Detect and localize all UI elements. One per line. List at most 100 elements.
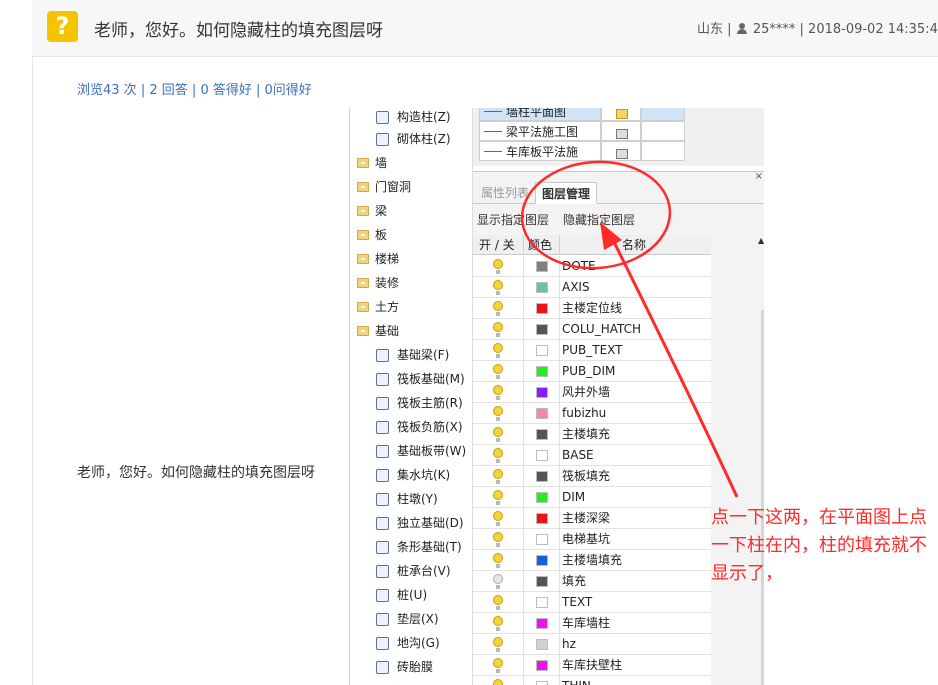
tree-item[interactable]: 墙 <box>350 152 472 174</box>
layer-row[interactable]: PUB_TEXT <box>473 340 711 361</box>
layer-toggle-cell[interactable] <box>473 403 524 424</box>
layer-row[interactable]: 车库墙柱 <box>473 613 711 634</box>
lightbulb-icon[interactable] <box>493 301 503 316</box>
tree-item[interactable]: 地沟(G) <box>350 632 472 654</box>
layer-toggle-cell[interactable] <box>473 424 524 445</box>
layer-row[interactable]: AXIS <box>473 277 711 298</box>
layer-color-cell[interactable] <box>524 508 560 529</box>
layer-toggle-cell[interactable] <box>473 256 524 277</box>
color-swatch[interactable] <box>536 345 548 356</box>
color-swatch[interactable] <box>536 429 548 440</box>
answers-link[interactable]: 2 回答 <box>149 83 187 98</box>
lightbulb-icon[interactable] <box>493 679 503 685</box>
layer-color-cell[interactable] <box>524 613 560 634</box>
tree-item[interactable]: 条形基础(T) <box>350 536 472 558</box>
color-swatch[interactable] <box>536 513 548 524</box>
layer-toggle-cell[interactable] <box>473 634 524 655</box>
layer-color-cell[interactable] <box>524 592 560 613</box>
tree-item[interactable]: 筏板主筋(R) <box>350 392 472 414</box>
lightbulb-icon[interactable] <box>493 595 503 610</box>
color-swatch[interactable] <box>536 408 548 419</box>
layer-color-cell[interactable] <box>524 403 560 424</box>
tree-item[interactable]: 基础 <box>350 320 472 342</box>
hide-layer-button[interactable]: 隐藏指定图层 <box>563 208 635 232</box>
layer-toggle-cell[interactable] <box>473 319 524 340</box>
layer-color-cell[interactable] <box>524 382 560 403</box>
color-swatch[interactable] <box>536 324 548 335</box>
layer-toggle-cell[interactable] <box>473 340 524 361</box>
color-swatch[interactable] <box>536 492 548 503</box>
lightbulb-icon[interactable] <box>493 553 503 568</box>
lightbulb-icon[interactable] <box>493 280 503 295</box>
color-swatch[interactable] <box>536 534 548 545</box>
layer-color-cell[interactable] <box>524 466 560 487</box>
layer-color-cell[interactable] <box>524 256 560 277</box>
color-swatch[interactable] <box>536 660 548 671</box>
color-swatch[interactable] <box>536 450 548 461</box>
layer-row[interactable]: 主楼墙填充 <box>473 550 711 571</box>
lightbulb-icon[interactable] <box>493 490 503 505</box>
layer-color-cell[interactable] <box>524 571 560 592</box>
layer-row[interactable]: fubizhu <box>473 403 711 424</box>
layer-toggle-cell[interactable] <box>473 466 524 487</box>
lightbulb-icon[interactable] <box>493 658 503 673</box>
layer-row[interactable]: 主楼深梁 <box>473 508 711 529</box>
layer-color-cell[interactable] <box>524 487 560 508</box>
layer-row[interactable]: 车库扶壁柱 <box>473 655 711 676</box>
layer-toggle-cell[interactable] <box>473 571 524 592</box>
color-swatch[interactable] <box>536 555 548 566</box>
layer-row[interactable]: hz <box>473 634 711 655</box>
layer-toggle-cell[interactable] <box>473 550 524 571</box>
show-layer-button[interactable]: 显示指定图层 <box>477 208 549 232</box>
layer-color-cell[interactable] <box>524 319 560 340</box>
username[interactable]: 25**** <box>753 22 796 37</box>
layer-toggle-cell[interactable] <box>473 676 524 685</box>
lightbulb-icon[interactable] <box>493 364 503 379</box>
layer-row[interactable]: 主楼定位线 <box>473 298 711 319</box>
tree-item[interactable]: 基础板带(W) <box>350 440 472 462</box>
color-swatch[interactable] <box>536 282 548 293</box>
tree-item[interactable]: 独立基础(D) <box>350 512 472 534</box>
drawing-row[interactable]: 车库板平法施 <box>473 141 763 161</box>
layer-toggle-cell[interactable] <box>473 298 524 319</box>
lightbulb-icon[interactable] <box>493 322 503 337</box>
tree-item[interactable]: 楼梯 <box>350 248 472 270</box>
layer-color-cell[interactable] <box>524 634 560 655</box>
tree-item[interactable]: 门窗洞 <box>350 176 472 198</box>
layer-row[interactable]: 填充 <box>473 571 711 592</box>
lock-icon[interactable] <box>601 141 641 161</box>
lock-icon[interactable] <box>601 121 641 141</box>
layer-toggle-cell[interactable] <box>473 361 524 382</box>
layer-color-cell[interactable] <box>524 298 560 319</box>
lightbulb-icon[interactable] <box>493 469 503 484</box>
tree-item[interactable]: 桩(U) <box>350 584 472 606</box>
layer-color-cell[interactable] <box>524 445 560 466</box>
good-answer-count[interactable]: 0 答得好 <box>200 83 251 98</box>
lightbulb-icon[interactable] <box>493 532 503 547</box>
layer-color-cell[interactable] <box>524 529 560 550</box>
layer-row[interactable]: DIM <box>473 487 711 508</box>
tree-item[interactable]: 基础梁(F) <box>350 344 472 366</box>
tree-item[interactable]: 土方 <box>350 296 472 318</box>
color-swatch[interactable] <box>536 387 548 398</box>
close-icon[interactable]: × <box>755 171 763 182</box>
layer-toggle-cell[interactable] <box>473 445 524 466</box>
tree-item[interactable]: 垫层(X) <box>350 608 472 630</box>
tree-item[interactable]: 板 <box>350 224 472 246</box>
layer-toggle-cell[interactable] <box>473 277 524 298</box>
layer-row[interactable]: 风井外墙 <box>473 382 711 403</box>
layer-toggle-cell[interactable] <box>473 529 524 550</box>
color-swatch[interactable] <box>536 597 548 608</box>
layer-color-cell[interactable] <box>524 676 560 685</box>
layer-toggle-cell[interactable] <box>473 382 524 403</box>
lightbulb-icon[interactable] <box>493 259 503 274</box>
color-swatch[interactable] <box>536 618 548 629</box>
lightbulb-icon[interactable] <box>493 343 503 358</box>
color-swatch[interactable] <box>536 303 548 314</box>
color-swatch[interactable] <box>536 366 548 377</box>
tree-item[interactable]: 柱墩(Y) <box>350 488 472 510</box>
layer-color-cell[interactable] <box>524 550 560 571</box>
layer-toggle-cell[interactable] <box>473 508 524 529</box>
tree-item[interactable]: 集水坑(K) <box>350 464 472 486</box>
drawing-row[interactable]: 梁平法施工图 <box>473 121 763 141</box>
